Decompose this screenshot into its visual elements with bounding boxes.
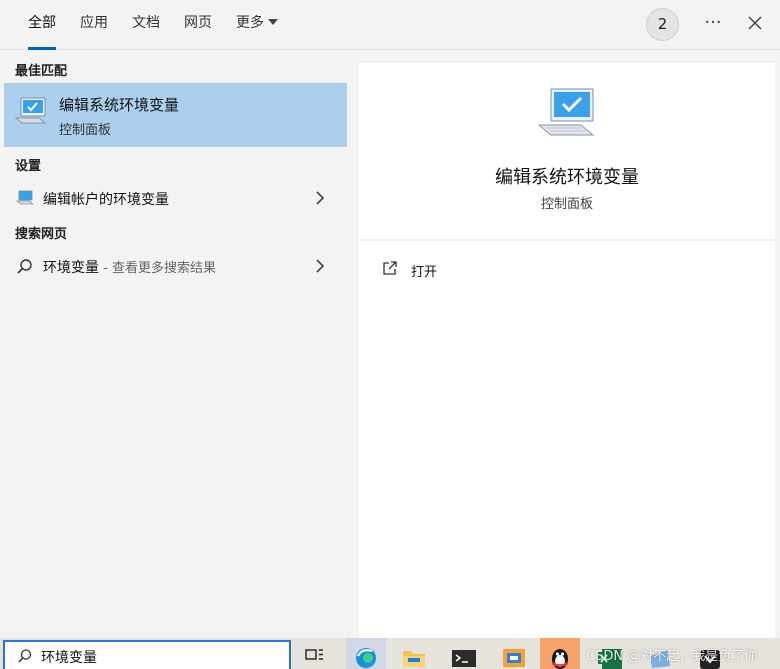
chevron-down-icon (268, 19, 278, 25)
web-search-result[interactable]: 环境变量 - 查看更多搜索结果 (4, 248, 347, 284)
virtualbox-icon (503, 649, 525, 667)
terminal-icon (452, 650, 476, 667)
section-search-web: 搜索网页 (15, 227, 68, 242)
task-view-icon (305, 649, 323, 660)
tab-more-label: 更多 (236, 15, 264, 31)
search-input[interactable] (41, 646, 281, 668)
close-button[interactable] (742, 10, 768, 36)
monitor-settings-icon (14, 97, 49, 131)
file-explorer-button[interactable] (394, 638, 434, 669)
chevron-right-icon[interactable] (313, 258, 327, 274)
qq-button[interactable] (540, 638, 580, 669)
search-scope-tabs: 全部 应用 文档 网页 更多 2 ··· (0, 0, 780, 50)
monitor-settings-icon (15, 190, 35, 210)
taskbar-search-box[interactable] (3, 640, 291, 669)
open-action-label: 打开 (411, 265, 438, 280)
tab-apps[interactable]: 应用 (80, 0, 108, 50)
tab-web[interactable]: 网页 (184, 0, 212, 50)
settings-result-label: 编辑帐户的环境变量 (43, 192, 169, 208)
best-match-title: 编辑系统环境变量 (59, 96, 180, 114)
close-icon (748, 16, 762, 30)
settings-result-account-env[interactable]: 编辑帐户的环境变量 (4, 180, 347, 216)
web-search-hint: - 查看更多搜索结果 (99, 261, 216, 276)
web-search-label: 环境变量 - 查看更多搜索结果 (43, 257, 216, 277)
edge-browser-button[interactable] (346, 638, 386, 669)
section-best-match: 最佳匹配 (15, 64, 68, 79)
section-settings: 设置 (15, 159, 42, 174)
task-view-button[interactable] (296, 638, 336, 669)
monitor-settings-icon (537, 87, 597, 147)
taskbar: CSDN @对不起，我是负了你 (0, 638, 780, 669)
best-match-subtitle: 控制面板 (59, 123, 112, 138)
csdn-watermark: CSDN @对不起，我是负了你 (586, 649, 758, 664)
chevron-right-icon[interactable] (313, 190, 327, 206)
best-match-result[interactable]: 编辑系统环境变量 控制面板 (4, 83, 347, 147)
web-search-query: 环境变量 (43, 260, 99, 276)
search-icon (16, 258, 34, 280)
tab-documents[interactable]: 文档 (132, 0, 160, 50)
rewards-badge[interactable]: 2 (646, 8, 679, 41)
detail-title: 编辑系统环境变量 (495, 167, 639, 188)
folder-icon (403, 651, 425, 667)
qq-penguin-icon (551, 649, 569, 669)
tab-all[interactable]: 全部 (28, 0, 56, 50)
more-options-button[interactable]: ··· (700, 10, 726, 36)
tab-more[interactable]: 更多 (236, 0, 278, 50)
edge-browser-icon (356, 648, 376, 668)
result-actions-panel: 打开 (359, 241, 775, 638)
detail-subtitle: 控制面板 (540, 197, 593, 212)
virtualbox-button[interactable] (494, 638, 534, 669)
terminal-button[interactable] (444, 638, 484, 669)
result-detail-card: 编辑系统环境变量 控制面板 (359, 63, 775, 239)
search-icon (17, 648, 33, 668)
